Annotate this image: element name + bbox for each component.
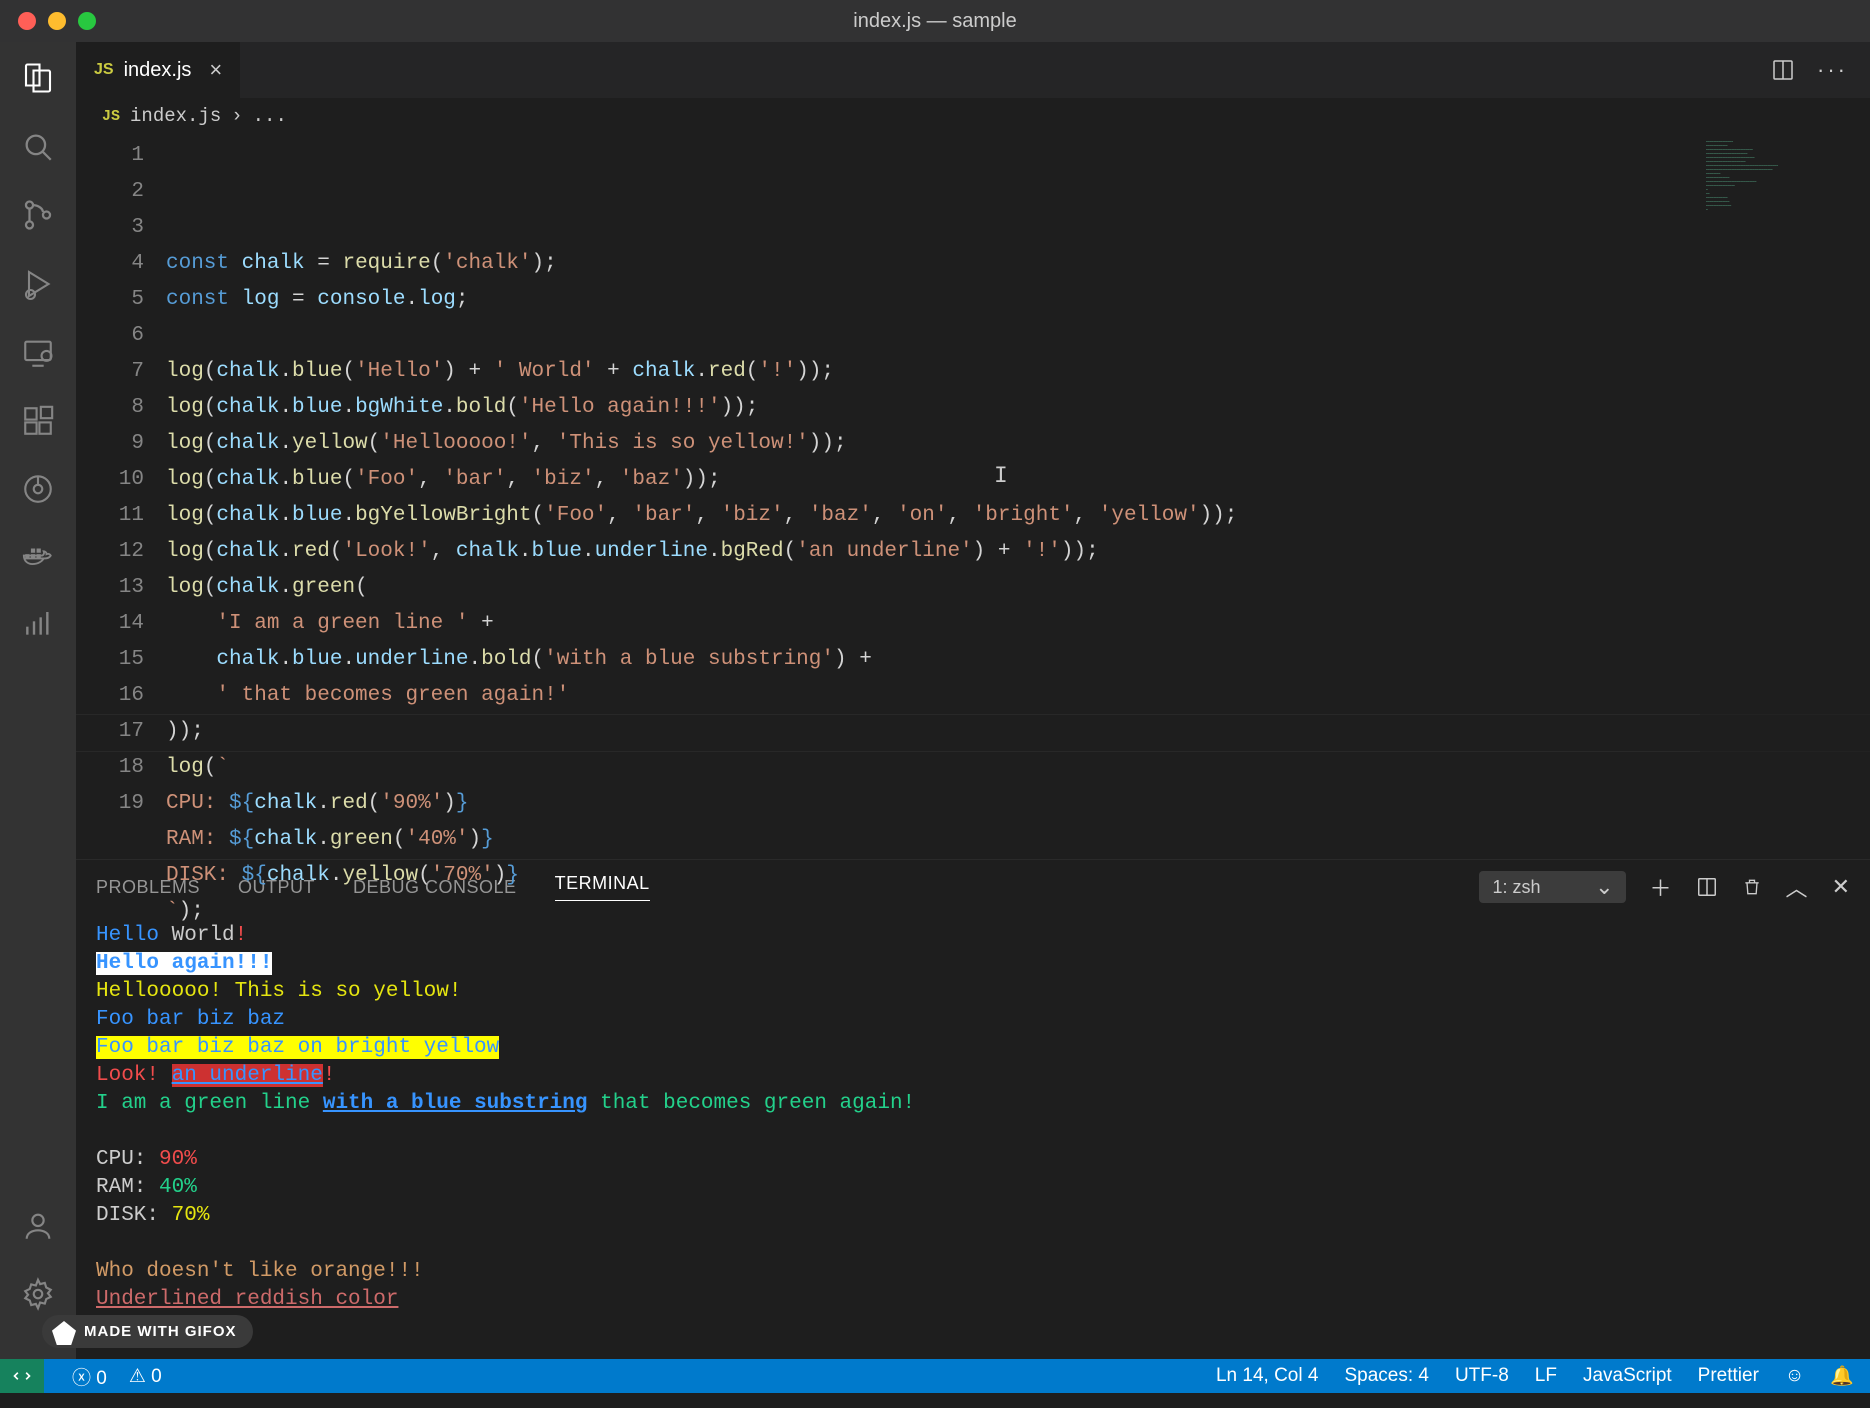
bottom-panel: PROBLEMSOUTPUTDEBUG CONSOLETERMINAL 1: z… [76,859,1870,1359]
terminal-line: Hellooooo! This is so yellow! [96,978,1850,1006]
account-icon[interactable] [21,1209,55,1243]
terminal-line: Hello again!!! [96,950,1850,978]
graph-icon[interactable] [22,608,54,640]
status-indentation[interactable]: Spaces: 4 [1344,1365,1429,1387]
status-encoding[interactable]: UTF-8 [1455,1365,1509,1387]
status-formatter[interactable]: Prettier [1698,1365,1759,1387]
explorer-icon[interactable] [20,60,56,96]
terminal-line: Foo bar biz baz on bright yellow [96,1034,1850,1062]
search-icon[interactable] [21,130,55,164]
code-editor[interactable]: I const chalk = require('chalk');const l… [166,134,1870,859]
code-line[interactable]: log(chalk.yellow('Hellooooo!', 'This is … [166,426,1870,462]
editor-tabs: JS index.js × ··· [76,42,1870,98]
code-line[interactable]: log(` [166,750,1870,786]
status-cursor-position[interactable]: Ln 14, Col 4 [1216,1365,1318,1387]
status-bell-icon[interactable]: 🔔 [1830,1364,1854,1388]
terminal-line: I am a green line with a blue substring … [96,1090,1850,1118]
terminal-line [96,1118,1850,1146]
window-title: index.js — sample [0,10,1870,33]
terminal-line: Look! an underline! [96,1062,1850,1090]
more-actions-icon[interactable]: ··· [1817,57,1848,83]
code-line[interactable]: 'I am a green line ' + [166,606,1870,642]
status-eol[interactable]: LF [1535,1365,1557,1387]
gifox-watermark: MADE WITH GIFOX [42,1315,253,1348]
code-line[interactable]: RAM: ${chalk.green('40%')} [166,822,1870,858]
gitlens-icon[interactable] [21,472,55,506]
terminal-line: Foo bar biz baz [96,1006,1850,1034]
remote-explorer-icon[interactable] [21,336,55,370]
code-line[interactable]: log(chalk.green( [166,570,1870,606]
split-editor-icon[interactable] [1771,58,1795,82]
source-control-icon[interactable] [21,198,55,232]
code-line[interactable]: log(chalk.blue.bgYellowBright('Foo', 'ba… [166,498,1870,534]
terminal-line: CPU: 90% [96,1146,1850,1174]
remote-indicator[interactable] [0,1359,44,1393]
code-line[interactable]: CPU: ${chalk.red('90%')} [166,786,1870,822]
code-line[interactable]: const log = console.log; [166,282,1870,318]
code-line[interactable]: const chalk = require('chalk'); [166,246,1870,282]
breadcrumb-separator: › [231,105,242,127]
terminal-line: Underlined reddish color [96,1286,1850,1314]
js-file-icon: JS [102,108,120,125]
tab-close-icon[interactable]: × [209,57,222,83]
terminal-line: ! [96,1314,1850,1342]
breadcrumb-filename: index.js [130,105,221,127]
terminal-output[interactable]: Hello World!Hello again!!!Hellooooo! Thi… [76,914,1870,1359]
settings-gear-icon[interactable] [21,1277,55,1311]
terminal-line [96,1230,1850,1258]
code-line[interactable]: )); [166,714,1870,750]
docker-icon[interactable] [21,540,55,574]
terminal-select[interactable]: 1: zsh [1479,871,1626,903]
code-line[interactable]: chalk.blue.underline.bold('with a blue s… [166,642,1870,678]
status-feedback-icon[interactable]: ☺ [1785,1365,1804,1387]
activity-bar [0,42,76,1359]
code-line[interactable]: log(chalk.blue.bgWhite.bold('Hello again… [166,390,1870,426]
status-errors[interactable]: ⓧ 0 [72,1363,107,1390]
minimap[interactable]: ▬▬▬▬▬▬▬▬▬▬▬▬▬▬▬▬▬▬▬▬▬▬▬▬▬▬▬▬▬▬▬▬▬▬▬▬▬▬▬▬… [1700,134,1870,859]
status-warnings[interactable]: ⚠ 0 [129,1365,162,1388]
terminal-line: Who doesn't like orange!!! [96,1258,1850,1286]
breadcrumb-tail: ... [253,105,287,127]
text-cursor-icon: I [994,458,1008,494]
tab-filename: index.js [124,59,192,82]
terminal-line: RAM: 40% [96,1174,1850,1202]
code-line[interactable]: log(chalk.blue('Hello') + ' World' + cha… [166,354,1870,390]
status-language[interactable]: JavaScript [1583,1365,1672,1387]
code-line[interactable]: log(chalk.red('Look!', chalk.blue.underl… [166,534,1870,570]
breadcrumb[interactable]: JS index.js › ... [76,98,1870,134]
status-bar: ⓧ 0 ⚠ 0 Ln 14, Col 4 Spaces: 4 UTF-8 LF … [0,1359,1870,1393]
terminal-line: DISK: 70% [96,1202,1850,1230]
code-line[interactable]: log(chalk.blue('Foo', 'bar', 'biz', 'baz… [166,462,1870,498]
line-gutter: 12345678910111213141516171819 [76,134,166,859]
js-file-icon: JS [94,61,114,79]
run-debug-icon[interactable] [20,266,56,302]
code-line[interactable]: ' that becomes green again!' [166,678,1870,714]
titlebar: index.js — sample [0,0,1870,42]
terminal-selector[interactable]: 1: zsh [1479,871,1626,903]
tab-index-js[interactable]: JS index.js × [76,42,240,98]
code-line[interactable] [166,318,1870,354]
extensions-icon[interactable] [21,404,55,438]
